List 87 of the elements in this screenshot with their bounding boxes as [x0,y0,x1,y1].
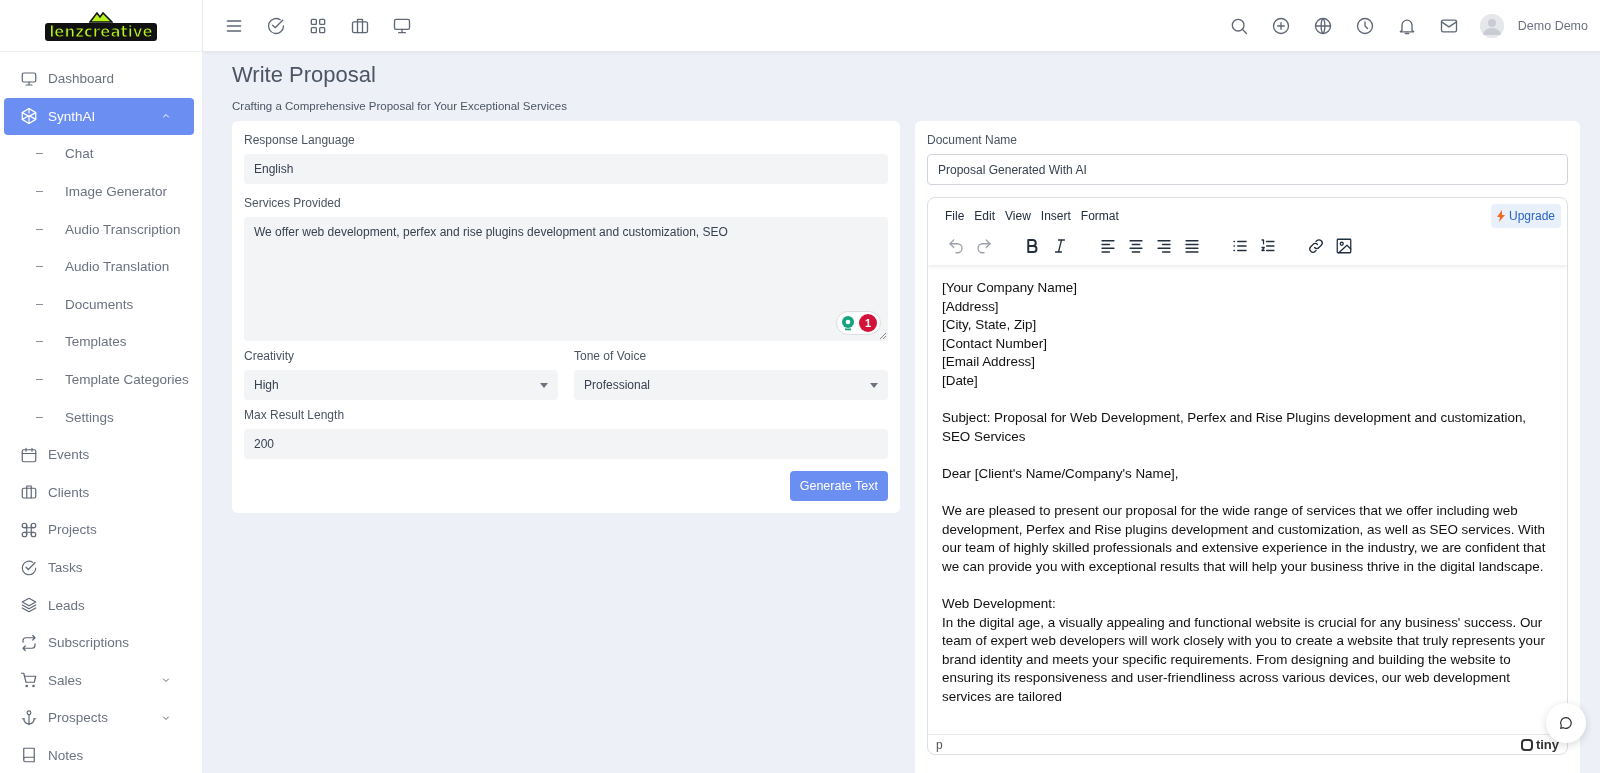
document-text: Dear [Client's Name/Company's Name], [942,464,1180,483]
chat-icon [1558,715,1574,731]
tasks-icon [266,15,286,36]
caret-icon [870,382,878,388]
sidebar-item[interactable]: Subscriptions [4,623,194,662]
submenu-item[interactable]: Chat [4,135,194,173]
tiny-logo[interactable]: tiny [1520,737,1559,752]
sidebar-item[interactable]: Dashboard [4,60,194,98]
field-label: Response Language [244,133,355,147]
justify-icon [1183,237,1201,255]
link-icon [1307,237,1325,255]
calendar-icon [20,445,38,464]
caret-icon [540,382,548,388]
document-text: [Your Company Name] [942,279,1078,297]
field-label: Document Name [927,133,1018,147]
input-field[interactable]: 200 [244,429,888,459]
hexagon-icon [20,107,38,126]
submenu-item[interactable]: Settings [4,398,194,436]
logo-text: lenzcreative [45,22,157,41]
align-center-icon [1127,237,1145,255]
repeat-icon [20,633,38,652]
language-icon [1312,15,1333,36]
document-text: [City, State, Zip] [942,316,1038,335]
sidebar-item[interactable]: Leads [4,586,194,624]
element-path: p [936,737,943,752]
sidebar-item[interactable]: SynthAI [4,97,194,136]
menu-item[interactable]: File [942,205,972,227]
redo-icon [975,237,993,255]
document-text: Subject: Proposal for Web Development, Perfex and Rise Plugins development and customization, SEO Services [942,409,1528,446]
document-text: [Contact Number] [942,334,1048,353]
check-circle-icon [20,558,38,577]
field-value: We offer web development, perfex and rise plugins development and customization, SEO [254,225,728,239]
field-label: Creativity [244,349,294,363]
add-icon [1270,15,1291,36]
document-text: [Address] [942,297,1000,316]
anchor-icon [20,708,38,727]
monitor-icon [20,69,38,88]
sidebar-item[interactable]: Prospects [4,699,194,737]
document-text: Web Development: [942,595,1057,614]
submenu-item[interactable]: Audio Transcription [4,210,194,248]
layers-icon [20,596,38,615]
input-field[interactable]: English [244,154,888,184]
submenu-item[interactable]: Documents [4,285,194,324]
field-label: Services Provided [244,196,341,210]
submenu-item[interactable]: Template Categories [4,360,194,399]
sidebar-item[interactable]: Tasks [4,548,194,587]
document-text: [Email Address] [942,353,1037,372]
undo-icon [947,237,965,255]
sidebar-item[interactable]: Events [4,435,194,474]
submenu-item[interactable]: Templates [4,323,194,361]
document-text: We are pleased to present our proposal for the wide range of services that we offer including web development, Perfex and Rise plugins development and customization, as well as SEO services. With our team of highly skilled professionals and extensive experience in the industry, we are confident that we can provide you with exceptional results that will help your business thrive in the digital landscape. [942,502,1547,576]
align-right-icon [1155,237,1173,255]
resize-grip-icon[interactable] [879,332,887,340]
user-name[interactable]: Demo Demo [1517,18,1588,33]
logo-icon [1520,738,1533,751]
menu-item[interactable]: Format [1077,205,1126,227]
submenu-item[interactable]: Image Generator [4,172,194,211]
field-label: Max Result Length [244,408,345,422]
page-subtitle: Crafting a Comprehensive Proposal for Your Exceptional Services [232,100,567,112]
document-text: In the digital age, a visually appealing and functional website is crucial for any business' success. Our team of expert web developers will work closely with you to create a website that truly represents your brand identity and meets your specific requirements. From designing and building the website to ensuring its responsiveness and user-friendliness across various devices, our web development services are tailored [942,613,1546,707]
notification-badge[interactable]: 1 [859,314,877,332]
menu-item[interactable]: View [1002,205,1038,227]
menu-item[interactable]: Insert [1037,205,1078,227]
sidebar-item[interactable]: Sales [4,661,194,700]
text-area[interactable]: We offer web development, perfex and rise plugins development and customization, SEO 1 [244,217,888,341]
submenu-item[interactable]: Audio Translation [4,247,194,286]
select-field[interactable]: Professional [574,370,888,400]
clock-icon [1354,15,1375,36]
image-icon [1335,237,1353,255]
menu-item[interactable]: Edit [971,205,1003,227]
document-text: [Date] [942,371,979,390]
cart-icon [20,671,38,690]
input-field[interactable]: Proposal Generated With AI [927,154,1568,185]
sidebar-item[interactable]: Notes [4,736,194,773]
upgrade-button[interactable]: Upgrade [1490,204,1561,228]
sidebar-item[interactable]: Clients [4,473,194,512]
lightning-icon [1496,210,1505,222]
sidebar-item[interactable]: Projects [4,511,194,549]
page-title: Write Proposal [232,62,376,88]
lightbulb-icon [840,315,856,331]
book-icon [20,746,38,765]
align-left-icon [1099,237,1117,255]
field-label: Tone of Voice [574,349,647,363]
command-icon [20,520,38,539]
generate-button[interactable]: Generate Text [789,471,888,501]
briefcase-icon [20,483,38,502]
select-field[interactable]: High [244,370,558,400]
